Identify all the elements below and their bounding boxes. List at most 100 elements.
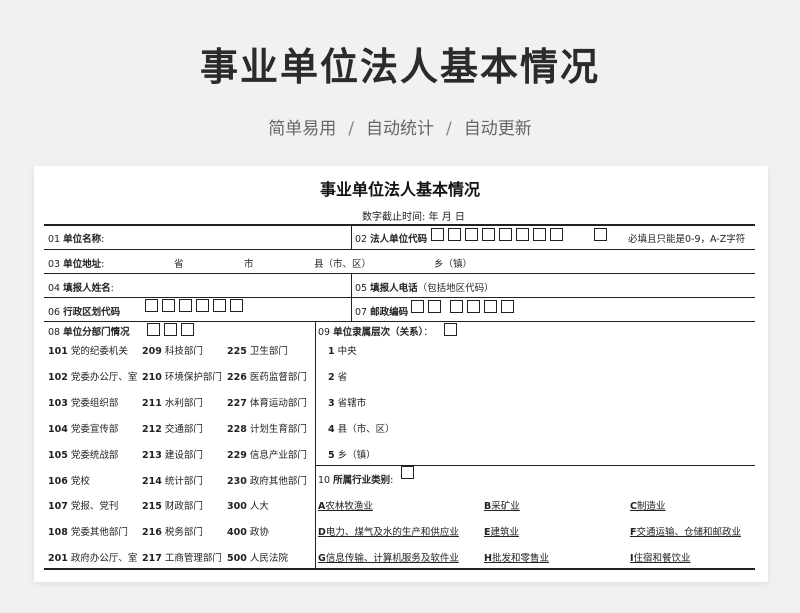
item-code: 209	[142, 346, 162, 357]
item-code: 4	[328, 423, 335, 435]
field-03-address: 03 单位地址:	[48, 259, 105, 270]
item-label: 党委办公厅、室	[70, 371, 138, 383]
item-label: 信息传输、计算机服务及软件业	[325, 553, 459, 564]
department-item: 102 党委办公厅、室	[48, 369, 137, 383]
item-label: 体育运动部门	[249, 397, 307, 409]
item-label: 制造业	[636, 501, 666, 512]
item-code: 230	[227, 475, 247, 487]
industry-item: F交通运输、仓储和邮政业	[630, 524, 741, 538]
department-item: 210 环境保护部门	[142, 369, 222, 383]
department-item: 500 人民法院	[227, 550, 288, 564]
item-label: 水利部门	[164, 397, 203, 409]
rule	[351, 225, 352, 249]
item-code: 107	[48, 501, 68, 513]
field-08-departments: 08 单位分部门情况	[48, 327, 130, 338]
item-code: 2	[328, 371, 335, 383]
postal-code-boxes[interactable]	[411, 300, 518, 313]
field-10-industry: 10 所属行业类别:	[318, 475, 394, 486]
page-title: 事业单位法人基本情况	[199, 45, 600, 89]
item-label: 政府办公厅、室	[70, 553, 138, 565]
item-code: 211	[142, 397, 162, 409]
rule	[44, 321, 755, 322]
department-item: 216 税务部门	[142, 524, 203, 538]
affiliation-level-item: 5 乡（镇）	[328, 447, 376, 461]
field-09-affiliation-level: 09 单位隶属层次（关系）：	[318, 327, 433, 338]
item-code: 229	[227, 449, 247, 461]
item-code: 217	[142, 553, 162, 565]
affiliation-level-item: 2 省	[328, 369, 347, 383]
industry-item: C制造业	[630, 498, 666, 512]
item-code: 226	[227, 371, 247, 383]
item-code: 108	[48, 527, 68, 539]
rule	[315, 322, 316, 568]
department-item: 229 信息产业部门	[227, 447, 307, 461]
item-label: 交通部门	[164, 423, 203, 435]
department-item: 209 科技部门	[142, 343, 203, 357]
rule	[44, 297, 755, 298]
tagline-separator: /	[348, 119, 354, 139]
department-item: 228 计划生育部门	[227, 421, 307, 435]
item-label: 卫生部门	[249, 346, 288, 357]
industry-item: D电力、煤气及水的生产和供应业	[318, 524, 459, 538]
affiliation-level-item: 1 中央	[328, 343, 357, 357]
item-code: 105	[48, 449, 68, 461]
department-item: 103 党委组织部	[48, 395, 118, 409]
region-code-boxes[interactable]	[145, 299, 247, 312]
department-item: 227 体育运动部门	[227, 395, 307, 409]
item-label: 党委统战部	[70, 449, 119, 461]
item-code: 1	[328, 346, 335, 357]
item-label: 政府其他部门	[249, 475, 307, 487]
item-label: 人大	[249, 501, 269, 513]
item-code: H	[484, 553, 492, 564]
field-06-region-code: 06 行政区划代码	[48, 307, 121, 318]
item-label: 党的纪委机关	[70, 346, 128, 357]
item-label: 环境保护部门	[164, 371, 222, 383]
field-05-filler-phone: 05 填报人电话（包括地区代码）	[355, 283, 494, 294]
rule	[44, 273, 755, 274]
field-07-postal-code: 07 邮政编码	[355, 307, 409, 318]
item-code: 400	[227, 527, 247, 539]
item-code: 213	[142, 449, 162, 461]
address-town: 乡（镇）	[434, 259, 473, 270]
department-item: 214 统计部门	[142, 473, 203, 487]
department-code-boxes[interactable]	[147, 323, 198, 336]
item-code: 212	[142, 423, 162, 435]
item-label: 科技部门	[164, 346, 203, 357]
department-item: 211 水利部门	[142, 395, 203, 409]
item-label: 中央	[337, 346, 357, 357]
item-code: 101	[48, 346, 68, 357]
item-label: 省辖市	[337, 397, 367, 409]
department-item: 400 政协	[227, 524, 269, 538]
item-code: G	[318, 553, 326, 564]
rule	[44, 224, 755, 226]
department-item: 213 建设部门	[142, 447, 203, 461]
industry-item: E建筑业	[484, 524, 519, 538]
address-county: 县（市、区）	[314, 259, 372, 270]
rule	[315, 465, 755, 466]
item-label: 人民法院	[249, 553, 288, 565]
item-label: 财政部门	[164, 501, 203, 513]
rule	[44, 249, 755, 250]
department-item: 212 交通部门	[142, 421, 203, 435]
item-code: 300	[227, 501, 247, 513]
item-code: 3	[328, 397, 335, 409]
legal-code-check-box[interactable]	[594, 228, 611, 241]
item-label: 批发和零售业	[491, 553, 549, 564]
industry-item: B采矿业	[484, 498, 520, 512]
item-label: 县（市、区）	[337, 423, 395, 435]
item-label: 计划生育部门	[249, 423, 307, 435]
tagline-separator: /	[446, 119, 452, 139]
item-label: 统计部门	[164, 475, 203, 487]
item-label: 党委其他部门	[70, 527, 128, 539]
item-code: 5	[328, 449, 335, 461]
affiliation-level-box[interactable]	[444, 323, 461, 336]
legal-code-boxes[interactable]	[431, 228, 567, 241]
item-code: 215	[142, 501, 162, 513]
industry-code-box[interactable]	[401, 466, 418, 479]
affiliation-level-item: 4 县（市、区）	[328, 421, 395, 435]
item-code: 106	[48, 475, 68, 487]
item-label: 税务部门	[164, 527, 203, 539]
department-item: 300 人大	[227, 498, 269, 512]
address-province: 省	[174, 259, 184, 270]
item-label: 采矿业	[491, 501, 520, 512]
